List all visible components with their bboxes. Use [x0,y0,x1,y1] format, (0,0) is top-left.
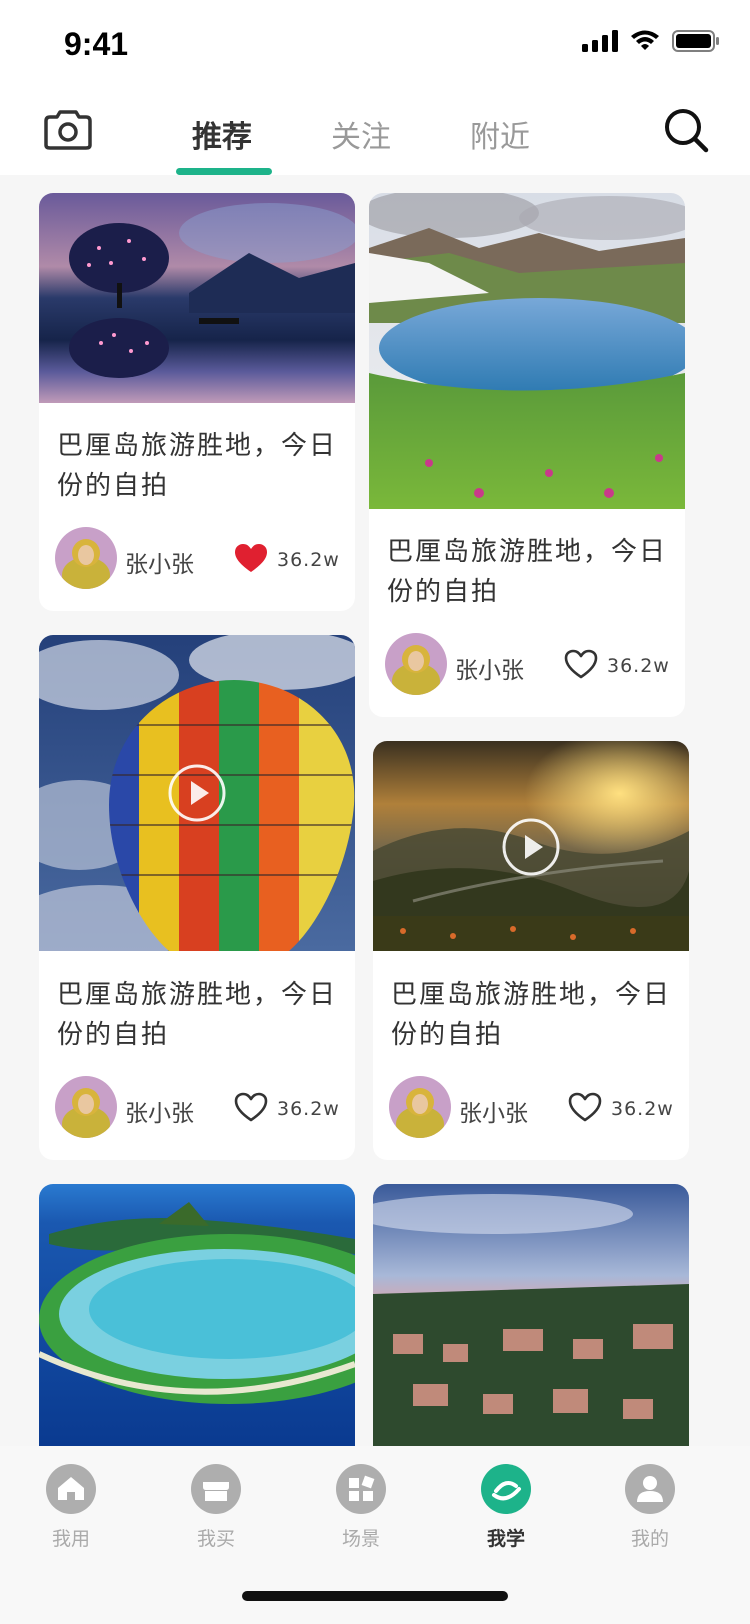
author-name[interactable]: 张小张 [125,1094,194,1128]
post-image [373,1184,689,1446]
heart-outline-icon[interactable] [563,648,599,680]
wifi-icon [631,30,659,50]
post-title: 巴厘岛旅游胜地，今日份的自拍 [57,431,338,501]
feed-card[interactable]: 巴厘岛旅游胜地，今日份的自拍 张小张 36.2w [373,741,689,1160]
feed-card[interactable]: 巴厘岛旅游胜地，今日份的自拍 张小张 36.2w [369,193,685,717]
avatar[interactable] [389,1076,451,1138]
camera-icon[interactable] [44,108,92,150]
tab-recommend[interactable]: 推荐 [192,112,252,156]
post-title: 巴厘岛旅游胜地，今日份的自拍 [387,537,668,607]
post-image [369,193,685,509]
tabbar-item-buy[interactable]: 我买 [166,1464,266,1551]
tabbar-item-use[interactable]: 我用 [21,1464,121,1551]
status-bar: 9:41 [0,0,750,90]
grid-icon [336,1464,386,1514]
author-name[interactable]: 张小张 [125,545,194,579]
search-icon[interactable] [662,106,710,154]
tabbar-item-scene[interactable]: 场景 [311,1464,411,1551]
play-icon[interactable] [501,817,561,877]
author-name[interactable]: 张小张 [459,1094,528,1128]
tab-nearby[interactable]: 附近 [470,112,530,156]
tabbar-item-learn[interactable]: 我学 [456,1464,556,1551]
tab-indicator [176,168,272,175]
avatar[interactable] [385,633,447,695]
heart-outline-icon[interactable] [567,1091,603,1123]
like-count: 36.2w [607,655,670,677]
planet-icon [481,1464,531,1514]
like-count: 36.2w [611,1098,674,1120]
post-title: 巴厘岛旅游胜地，今日份的自拍 [391,980,672,1050]
signal-icon [582,30,618,52]
home-icon [46,1464,96,1514]
author-name[interactable]: 张小张 [455,651,524,685]
top-nav: 推荐 关注 附近 [0,90,750,175]
feed-card[interactable] [373,1184,689,1446]
feed-card[interactable]: 巴厘岛旅游胜地，今日份的自拍 张小张 36.2w [39,635,355,1160]
home-indicator[interactable] [242,1591,508,1601]
post-title: 巴厘岛旅游胜地，今日份的自拍 [57,980,338,1050]
avatar[interactable] [55,527,117,589]
avatar[interactable] [55,1076,117,1138]
feed-card[interactable]: 巴厘岛旅游胜地，今日份的自拍 张小张 36.2w [39,193,355,611]
battery-icon [672,30,719,52]
shop-icon [191,1464,241,1514]
post-image [39,1184,355,1446]
feed-card[interactable] [39,1184,355,1446]
header: 9:41 推荐 关注 附近 [0,0,750,175]
heart-filled-icon[interactable] [233,542,269,574]
like-count: 36.2w [277,1098,340,1120]
post-image [39,193,355,403]
user-icon [625,1464,675,1514]
status-time: 9:41 [64,26,129,62]
tabbar-item-me[interactable]: 我的 [600,1464,700,1551]
play-icon[interactable] [167,763,227,823]
tab-follow[interactable]: 关注 [331,112,391,156]
heart-outline-icon[interactable] [233,1091,269,1123]
like-count: 36.2w [277,549,340,571]
